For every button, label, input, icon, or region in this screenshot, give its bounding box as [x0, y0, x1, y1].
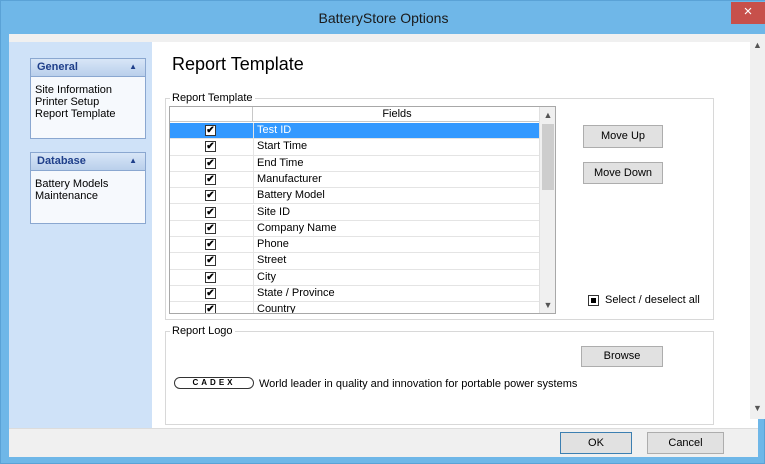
cadex-logo: CADEX [174, 377, 254, 389]
indeterminate-mark-icon [591, 298, 596, 303]
scroll-down-icon[interactable]: ▼ [540, 297, 555, 313]
window-title: BatteryStore Options [318, 10, 449, 26]
collapse-chevron-icon[interactable]: ▲ [129, 62, 137, 71]
nav-item-report-template[interactable]: Report Template [31, 108, 145, 120]
select-all-label: Select / deselect all [605, 294, 700, 306]
field-checkbox[interactable]: ✔ [205, 239, 216, 251]
field-name-cell[interactable]: Phone [253, 237, 540, 254]
field-name-cell[interactable]: State / Province [253, 286, 540, 302]
field-name-cell[interactable]: Street [253, 253, 540, 270]
field-name-cell[interactable]: Battery Model [253, 188, 540, 205]
field-name-cell[interactable]: Start Time [253, 139, 540, 156]
table-row[interactable]: ✔ State / Province [170, 286, 540, 303]
move-down-button[interactable]: Move Down [583, 162, 663, 184]
general-section: General ▲ Site Information Printer Setup… [30, 58, 146, 139]
field-checkbox[interactable]: ✔ [205, 304, 216, 313]
nav-item-printer-setup[interactable]: Printer Setup [31, 96, 145, 108]
table-row[interactable]: ✔ Manufacturer [170, 171, 540, 189]
field-checkbox[interactable]: ✔ [205, 255, 216, 267]
field-name-cell[interactable]: Company Name [253, 220, 540, 237]
ok-button[interactable]: OK [560, 432, 632, 454]
outer-scroll-down-icon[interactable]: ▼ [753, 403, 762, 413]
browse-button[interactable]: Browse [581, 346, 663, 367]
grid-scrollbar[interactable]: ▲ ▼ [539, 107, 555, 313]
report-template-group-label: Report Template [170, 92, 255, 104]
close-button[interactable]: × [731, 2, 765, 24]
field-name-cell[interactable]: End Time [253, 155, 540, 172]
field-checkbox[interactable]: ✔ [205, 173, 216, 185]
field-checkbox[interactable]: ✔ [205, 206, 216, 218]
fields-column-header[interactable]: Fields [254, 107, 540, 122]
field-checkbox[interactable]: ✔ [205, 141, 216, 153]
field-checkbox[interactable]: ✔ [205, 190, 216, 202]
table-row[interactable]: ✔ Site ID [170, 204, 540, 221]
table-row[interactable]: ✔ Street [170, 253, 540, 270]
field-checkbox[interactable]: ✔ [205, 288, 216, 299]
move-up-button[interactable]: Move Up [583, 125, 663, 148]
field-name-cell[interactable]: Site ID [253, 204, 540, 221]
dialog-footer: OK Cancel [9, 428, 758, 457]
main-panel: Report Template Report Template Fields ✔… [152, 42, 758, 428]
navigation-pane: General ▲ Site Information Printer Setup… [9, 42, 152, 428]
field-name-cell[interactable]: Test ID [253, 123, 540, 139]
table-row[interactable]: ✔ Test ID [170, 123, 540, 140]
field-checkbox[interactable]: ✔ [205, 222, 216, 234]
general-section-header[interactable]: General ▲ [31, 59, 145, 77]
fields-grid[interactable]: Fields ✔ Test ID ✔ Start Time ✔ End Time ✔ Manu… [169, 106, 556, 314]
logo-tagline: World leader in quality and innovation f… [259, 378, 578, 390]
field-name-cell[interactable]: Country [253, 302, 540, 313]
field-name-cell[interactable]: Manufacturer [253, 171, 540, 188]
general-section-title: General [37, 61, 78, 73]
table-row[interactable]: ✔ City [170, 269, 540, 286]
nav-item-site-information[interactable]: Site Information [31, 84, 145, 96]
title-bar[interactable]: BatteryStore Options × [1, 1, 765, 34]
grid-header: Fields [170, 107, 540, 122]
field-checkbox[interactable]: ✔ [205, 125, 216, 136]
table-row[interactable]: ✔ Phone [170, 237, 540, 254]
nav-item-maintenance[interactable]: Maintenance [31, 190, 145, 202]
report-logo-group-label: Report Logo [170, 325, 235, 337]
scrollbar-thumb[interactable] [542, 124, 554, 190]
table-row[interactable]: ✔ Company Name [170, 220, 540, 238]
row-header-cell [170, 107, 253, 122]
collapse-chevron-icon[interactable]: ▲ [129, 156, 137, 165]
nav-item-battery-models[interactable]: Battery Models [31, 178, 145, 190]
outer-scrollbar[interactable]: ▲ ▼ [750, 34, 765, 419]
select-all-checkbox[interactable] [588, 295, 599, 306]
scroll-up-icon[interactable]: ▲ [540, 107, 555, 123]
table-row[interactable]: ✔ Battery Model [170, 188, 540, 205]
field-checkbox[interactable]: ✔ [205, 157, 216, 169]
outer-scroll-up-icon[interactable]: ▲ [753, 40, 762, 50]
client-area: General ▲ Site Information Printer Setup… [9, 34, 758, 457]
table-row[interactable]: ✔ Start Time [170, 139, 540, 156]
database-section: Database ▲ Battery Models Maintenance [30, 152, 146, 224]
field-checkbox[interactable]: ✔ [205, 271, 216, 283]
field-name-cell[interactable]: City [253, 269, 540, 286]
cancel-button[interactable]: Cancel [647, 432, 724, 454]
page-title: Report Template [172, 54, 304, 74]
database-section-header[interactable]: Database ▲ [31, 153, 145, 171]
table-row[interactable]: ✔ Country [170, 302, 540, 313]
options-window: BatteryStore Options × General ▲ Site In… [0, 0, 765, 464]
database-section-title: Database [37, 155, 86, 167]
table-row[interactable]: ✔ End Time [170, 155, 540, 172]
